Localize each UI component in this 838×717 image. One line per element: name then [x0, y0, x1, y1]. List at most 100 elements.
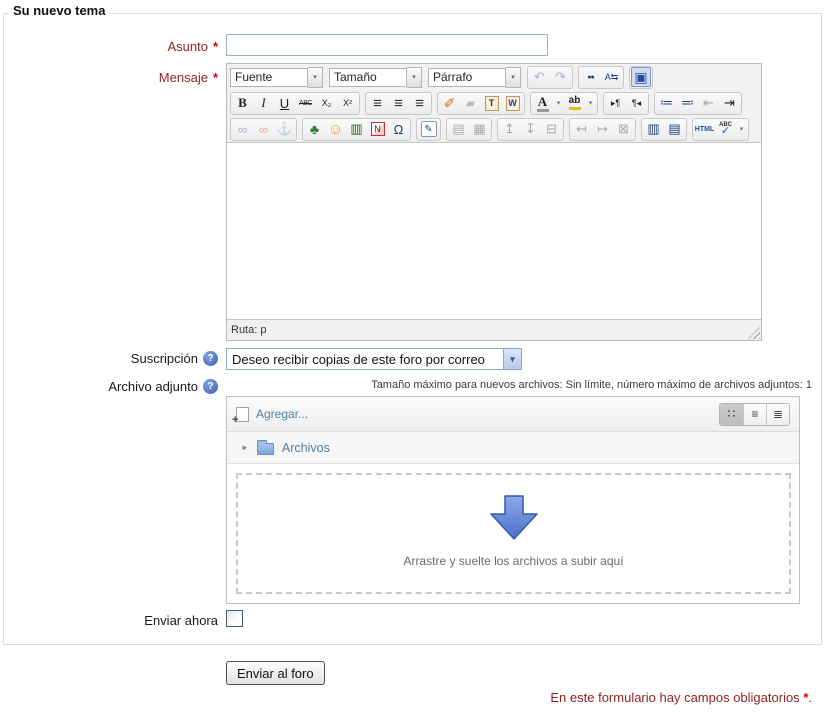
message-required-asterisk: * — [213, 70, 218, 85]
format-painter-icon[interactable]: ✐ — [439, 93, 460, 114]
fullscreen-icon[interactable]: ▣ — [631, 67, 651, 87]
dropzone[interactable]: Arrastre y suelte los archivos a subir a… — [236, 473, 791, 594]
align-center-icon[interactable]: ≡ — [388, 93, 409, 114]
emoticon-icon[interactable]: ☺ — [325, 119, 346, 140]
insert-media-icon[interactable]: ▥ — [346, 119, 367, 140]
subscript-icon[interactable]: X₂ — [316, 93, 337, 114]
find-icon[interactable]: ●● — [580, 67, 601, 88]
charmap-icon[interactable]: Ω — [388, 119, 409, 140]
html-source-icon[interactable]: HTML — [694, 119, 715, 140]
add-file-link[interactable]: Agregar... — [256, 407, 308, 421]
highlight-color-icon[interactable]: ab — [564, 93, 585, 114]
split-cells-icon[interactable]: ▥ — [643, 119, 664, 140]
chevron-down-icon: ▾ — [506, 67, 521, 88]
ltr-paragraph-icon[interactable]: ▸¶ — [605, 93, 626, 114]
help-icon[interactable]: ? — [203, 379, 218, 394]
attachment-label: Archivo adjunto — [108, 379, 198, 394]
subscription-label-row: Suscripción ? — [0, 351, 218, 366]
insert-image-icon[interactable]: ♣ — [304, 119, 325, 140]
undo-icon: ↶ — [529, 67, 550, 88]
link-icon: ∞ — [232, 119, 253, 140]
toolbar-group: ●●A⇆ — [578, 66, 624, 89]
toolbar-group: ↤↦⊠ — [569, 118, 636, 141]
html-editor: Fuente▾Tamaño▾Párrafo▾↶↷●●A⇆▣BIUABCX₂X²≡… — [226, 63, 762, 341]
paste-as-text-icon[interactable]: T — [481, 93, 502, 114]
subject-required-asterisk: * — [213, 39, 218, 54]
font-family-select-value: Fuente — [230, 68, 308, 87]
bullet-list-icon[interactable]: ≔ — [656, 93, 677, 114]
delete-row-icon: ⊟ — [541, 119, 562, 140]
toolbar-group: Tamaño▾ — [329, 67, 422, 88]
toolbar-group: Fuente▾ — [230, 67, 323, 88]
merge-cells-icon[interactable]: ▤ — [664, 119, 685, 140]
list-view-button[interactable]: ≡ — [743, 404, 766, 425]
toolbar-group: ▣ — [629, 66, 653, 89]
italic-icon[interactable]: I — [253, 93, 274, 114]
send-now-checkbox[interactable] — [226, 610, 243, 627]
folder-label[interactable]: Archivos — [282, 441, 330, 455]
toolbar-group: BIUABCX₂X² — [230, 92, 360, 115]
insert-table-icon[interactable]: ✎ — [418, 119, 439, 140]
tree-view-button[interactable]: ≣ — [766, 404, 789, 425]
folder-tree-row[interactable]: ► Archivos — [227, 432, 799, 464]
subscription-select[interactable]: Deseo recibir copias de este foro por co… — [226, 348, 522, 370]
subject-label: Asunto — [167, 39, 207, 54]
delete-col-icon: ⊠ — [613, 119, 634, 140]
numbered-list-icon[interactable]: ≕ — [677, 93, 698, 114]
subscription-selected-value: Deseo recibir copias de este foro por co… — [227, 352, 503, 367]
redo-icon: ↷ — [550, 67, 571, 88]
toolbar-group: ▥▤ — [641, 118, 687, 141]
spellcheck-icon[interactable]: ABC✓ — [715, 119, 736, 140]
help-icon[interactable]: ? — [203, 351, 218, 366]
editor-content-area[interactable] — [227, 142, 761, 319]
superscript-icon[interactable]: X² — [337, 93, 358, 114]
editor-resize-grip-icon[interactable] — [748, 327, 760, 339]
grid-view-icon: ∷ — [728, 407, 736, 421]
nonbreaking-char-icon[interactable]: N — [367, 119, 388, 140]
rtl-paragraph-icon[interactable]: ¶◂ — [626, 93, 647, 114]
list-view-icon: ≡ — [751, 407, 758, 421]
message-label: Mensaje — [159, 70, 208, 85]
subject-input[interactable] — [226, 34, 548, 56]
toolbar-group: ✐▰TW — [437, 92, 525, 115]
editor-element-path[interactable]: Ruta: p — [231, 324, 266, 336]
font-family-select[interactable]: Fuente▾ — [230, 67, 323, 88]
table-row-props-icon: ▤ — [448, 119, 469, 140]
required-fields-note: En este formulario hay campos obligatori… — [550, 690, 812, 705]
font-size-select[interactable]: Tamaño▾ — [329, 67, 422, 88]
indent-icon[interactable]: ⇥ — [719, 93, 740, 114]
select-dropdown-button[interactable]: ▾ — [503, 349, 521, 369]
bold-icon[interactable]: B — [232, 93, 253, 114]
subject-label-row: Asunto * — [0, 39, 218, 54]
toolbar-group: ♣☺▥NΩ — [302, 118, 411, 141]
toolbar-group: HTMLABC✓▾ — [692, 118, 749, 141]
paragraph-format-select-value: Párrafo — [428, 68, 506, 87]
highlight-color-dropdown-icon[interactable]: ▾ — [585, 93, 596, 114]
submit-button[interactable]: Enviar al foro — [226, 661, 325, 685]
find-replace-icon[interactable]: A⇆ — [601, 67, 622, 88]
file-manager: Agregar... ∷ ≡ ≣ ► Archivos Arrastre y s… — [226, 396, 800, 604]
required-note-suffix: . — [808, 690, 812, 705]
paragraph-format-select[interactable]: Párrafo▾ — [428, 67, 521, 88]
insert-row-before-icon: ↥ — [499, 119, 520, 140]
text-color-icon[interactable]: A — [532, 93, 553, 114]
expand-triangle-icon[interactable]: ► — [241, 443, 249, 452]
grid-view-button[interactable]: ∷ — [720, 404, 743, 425]
text-color-dropdown-icon[interactable]: ▾ — [553, 93, 564, 114]
cleanup-icon[interactable]: ▰ — [460, 93, 481, 114]
toolbar-group: ≔≕⇤⇥ — [654, 92, 742, 115]
folder-icon — [257, 443, 274, 455]
section-title: Su nuevo tema — [8, 3, 110, 18]
file-manager-toolbar: Agregar... ∷ ≡ ≣ — [227, 397, 799, 432]
align-left-icon[interactable]: ≡ — [367, 93, 388, 114]
chevron-down-icon: ▾ — [308, 67, 323, 88]
toolbar-group: ✎ — [416, 118, 441, 141]
underline-icon[interactable]: U — [274, 93, 295, 114]
spellcheck-dropdown-icon[interactable]: ▾ — [736, 119, 747, 140]
unlink-icon: ∞ — [253, 119, 274, 140]
align-right-icon[interactable]: ≡ — [409, 93, 430, 114]
table-cell-props-icon: ▦ — [469, 119, 490, 140]
dropzone-text: Arrastre y suelte los archivos a subir a… — [403, 554, 623, 568]
strikethrough-icon[interactable]: ABC — [295, 93, 316, 114]
paste-from-word-icon[interactable]: W — [502, 93, 523, 114]
